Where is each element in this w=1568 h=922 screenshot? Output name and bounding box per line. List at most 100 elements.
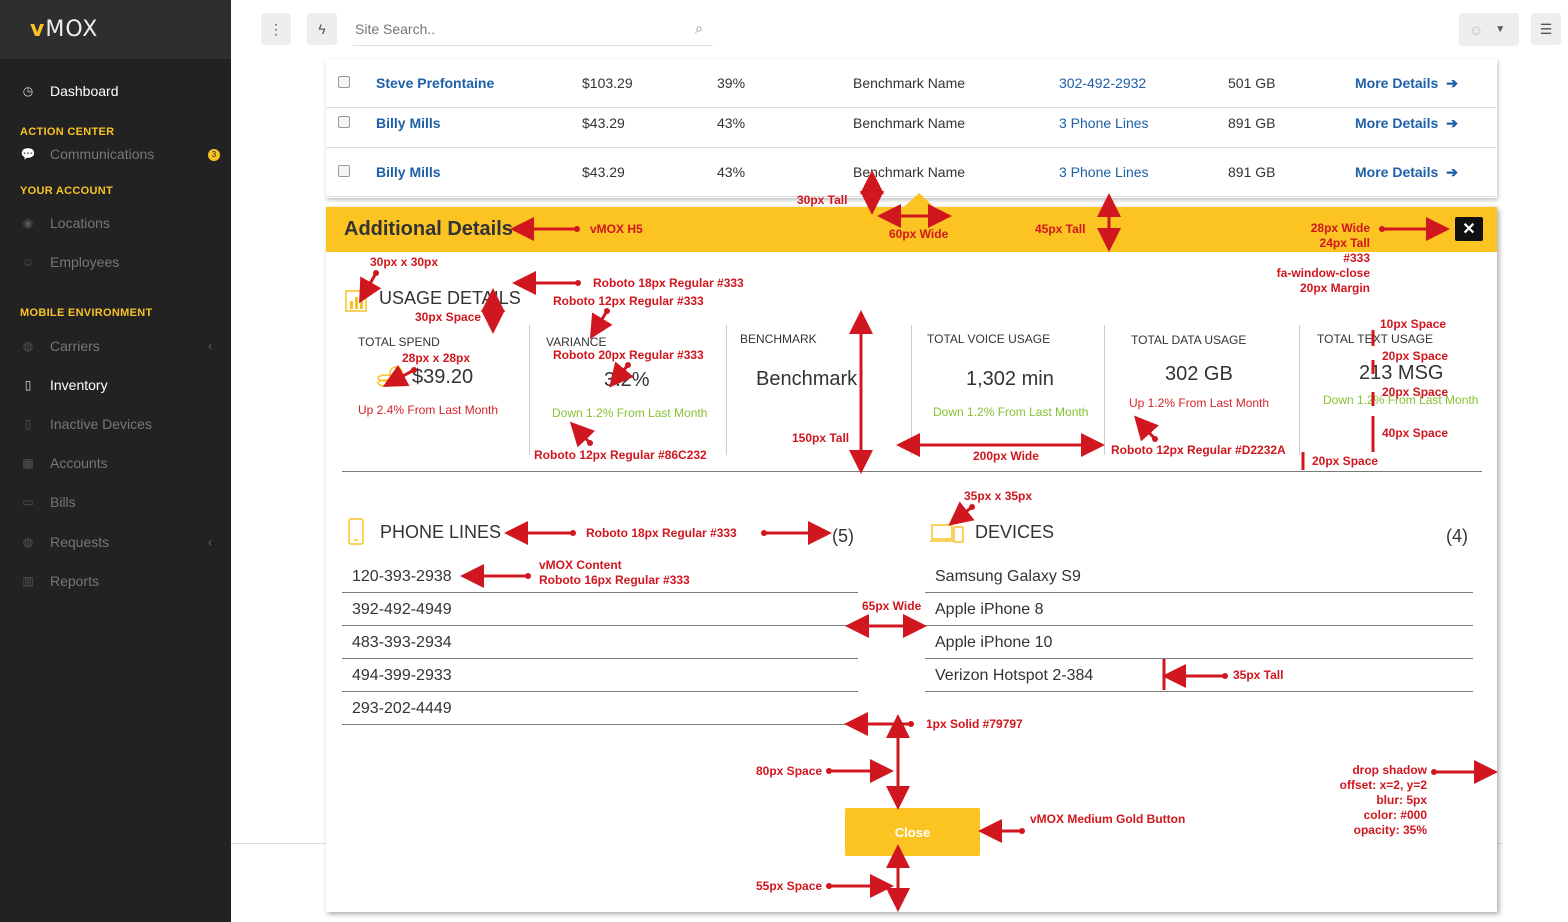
employee-name-link[interactable]: Billy Mills (376, 164, 441, 180)
more-vert-icon: ⋮ (269, 20, 283, 37)
annotation-label: 80px Space (756, 764, 823, 778)
quick-action-button[interactable]: ϟ (307, 13, 337, 45)
phone-line-item[interactable]: 483-393-2934 (342, 626, 858, 659)
vmox-logo[interactable]: vMOX (30, 17, 98, 42)
data-usage: 891 GB (1228, 164, 1276, 180)
sidebar-item-employees[interactable]: ☺ Employees (20, 254, 119, 270)
brand[interactable]: vMOX (0, 0, 231, 59)
annotation-label: 28px Wide 24px Tall #333 fa-window-close… (1270, 221, 1370, 296)
annotation-label: Roboto 12px Regular #86C232 (534, 448, 707, 462)
annotation-label: 200px Wide (973, 449, 1039, 463)
annotation-label: Roboto 18px Regular #333 (586, 526, 737, 540)
usage-details-heading: USAGE DETAILS (344, 283, 521, 313)
stat-divider (1104, 325, 1105, 455)
menu-toggle-button[interactable]: ☰ (1531, 13, 1561, 45)
mobile-icon: ▯ (24, 378, 32, 392)
lines-link[interactable]: 3 Phone Lines (1059, 115, 1149, 131)
annotation-label: Roboto 12px Regular #D2232A (1111, 443, 1286, 457)
sidebar-item-inventory[interactable]: ▯ Inventory (20, 377, 108, 393)
stat-label: TOTAL SPEND (358, 335, 440, 349)
annotation-label: 28px x 28px (402, 351, 471, 365)
annotation-label: 1px Solid #79797 (926, 717, 1023, 731)
annotation-line: offset: x=2, y=2 (1339, 778, 1427, 792)
grid-icon: ▦ (22, 456, 34, 470)
stat-trend: Down 1.2% From Last Month (552, 406, 708, 420)
annotation-label: vMOX H5 (590, 222, 643, 236)
benchmark: Benchmark Name (853, 75, 966, 91)
phone-line-item[interactable]: 392-492-4949 (342, 593, 858, 626)
window-close-icon[interactable]: ✕ (1455, 217, 1483, 241)
stat-value: Benchmark (756, 368, 858, 390)
more-details-link[interactable]: More Details ➔ (1355, 75, 1458, 92)
search-icon[interactable]: ⌕ (695, 20, 703, 37)
annotation-label: 55px Space (756, 879, 823, 893)
more-details-link[interactable]: More Details ➔ (1355, 115, 1458, 132)
list-icon: ☰ (1539, 20, 1553, 37)
annotation-label: 60px Wide (889, 227, 949, 241)
folder-icon: ▭ (22, 495, 34, 509)
table-row[interactable]: Billy Mills $43.29 43% Benchmark Name 3 … (326, 99, 1496, 148)
stat-trend: Down 1.2% From Last Month (933, 405, 1089, 419)
panel-notch (904, 193, 934, 207)
row-checkbox[interactable] (338, 165, 350, 177)
phone-line-item[interactable]: 293-202-4449 (342, 692, 858, 725)
sidebar-item-label: Carriers (50, 338, 100, 354)
sidebar-item-accounts[interactable]: ▦ Accounts (20, 455, 107, 471)
more-details-link[interactable]: More Details ➔ (1355, 164, 1458, 181)
lines-link[interactable]: 3 Phone Lines (1059, 164, 1149, 180)
sidebar-item-carriers[interactable]: ◍ Carriers (20, 338, 100, 354)
annotation-label: vMOX Content Roboto 16px Regular #333 (539, 558, 690, 588)
stat-label: VARIANCE (546, 335, 607, 349)
annotation-label: 45px Tall (1035, 222, 1086, 236)
row-checkbox[interactable] (338, 76, 350, 88)
annotation-label: 30px Space (415, 310, 482, 324)
panel-title: Additional Details (344, 218, 513, 240)
sidebar-item-dashboard[interactable]: ◷ Dashboard (20, 83, 119, 99)
sidebar-item-reports[interactable]: ▥ Reports (20, 573, 99, 589)
phone-lines-title: PHONE LINES (380, 521, 502, 542)
arrow-right-icon: ➔ (1446, 75, 1458, 91)
annotation-label: 150px Tall (792, 431, 850, 445)
sidebar-item-communications[interactable]: 💬 Communications (20, 146, 155, 162)
annotation-line: 20px Margin (1299, 281, 1370, 295)
stat-label: TOTAL TEXT USAGE (1317, 332, 1434, 346)
stat-label: TOTAL VOICE USAGE (927, 332, 1051, 346)
employee-name-link[interactable]: Steve Prefontaine (376, 75, 494, 91)
device-item[interactable]: Verizon Hotspot 2-384 (925, 659, 1473, 692)
chevron-left-icon[interactable]: ‹ (208, 339, 212, 353)
lines-link[interactable]: 302-492-2932 (1059, 75, 1146, 91)
employee-name-link[interactable]: Billy Mills (376, 115, 441, 131)
chevron-left-icon[interactable]: ‹ (208, 535, 212, 549)
phone-lines-heading: PHONE LINES (346, 517, 501, 547)
user-menu-button[interactable]: ☺ ▼ (1459, 13, 1519, 46)
search-input[interactable] (353, 14, 673, 44)
data-usage: 501 GB (1228, 75, 1276, 91)
device-item[interactable]: Apple iPhone 8 (925, 593, 1473, 626)
more-vert-button[interactable]: ⋮ (261, 13, 291, 45)
stat-label: TOTAL DATA USAGE (1131, 333, 1247, 347)
device-item[interactable]: Samsung Galaxy S9 (925, 560, 1473, 593)
stat-benchmark: BENCHMARK Benchmark (740, 327, 900, 477)
table-row[interactable]: Billy Mills $43.29 43% Benchmark Name 3 … (326, 148, 1496, 197)
devices-icon (930, 524, 964, 543)
sidebar-item-bills[interactable]: ▭ Bills (20, 494, 76, 510)
stat-trend: Up 2.4% From Last Month (358, 403, 499, 417)
percent: 39% (717, 75, 746, 91)
sidebar-item-label: Dashboard (50, 83, 119, 99)
stat-value: 213 MSG (1359, 362, 1444, 384)
device-item[interactable]: Apple iPhone 10 (925, 626, 1473, 659)
annotation-label: 20px Space (1382, 385, 1449, 399)
annotation-label: vMOX Medium Gold Button (1030, 812, 1186, 826)
sidebar-item-label: Bills (50, 494, 76, 510)
bar-chart-icon: ▥ (22, 574, 34, 588)
devices-count: (4) (1446, 526, 1468, 546)
row-checkbox[interactable] (338, 116, 350, 128)
sidebar-item-requests[interactable]: ◍ Requests (20, 534, 109, 550)
sidebar-item-inactive-devices[interactable]: ▯ Inactive Devices (20, 416, 152, 432)
coins-icon (377, 366, 403, 387)
close-button[interactable]: Close (845, 808, 980, 856)
amount: $103.29 (582, 75, 633, 91)
phone-line-item[interactable]: 494-399-2933 (342, 659, 858, 692)
section-mobile-environment: MOBILE ENVIRONMENT (20, 307, 153, 319)
sidebar-item-locations[interactable]: ◉ Locations (20, 215, 110, 231)
